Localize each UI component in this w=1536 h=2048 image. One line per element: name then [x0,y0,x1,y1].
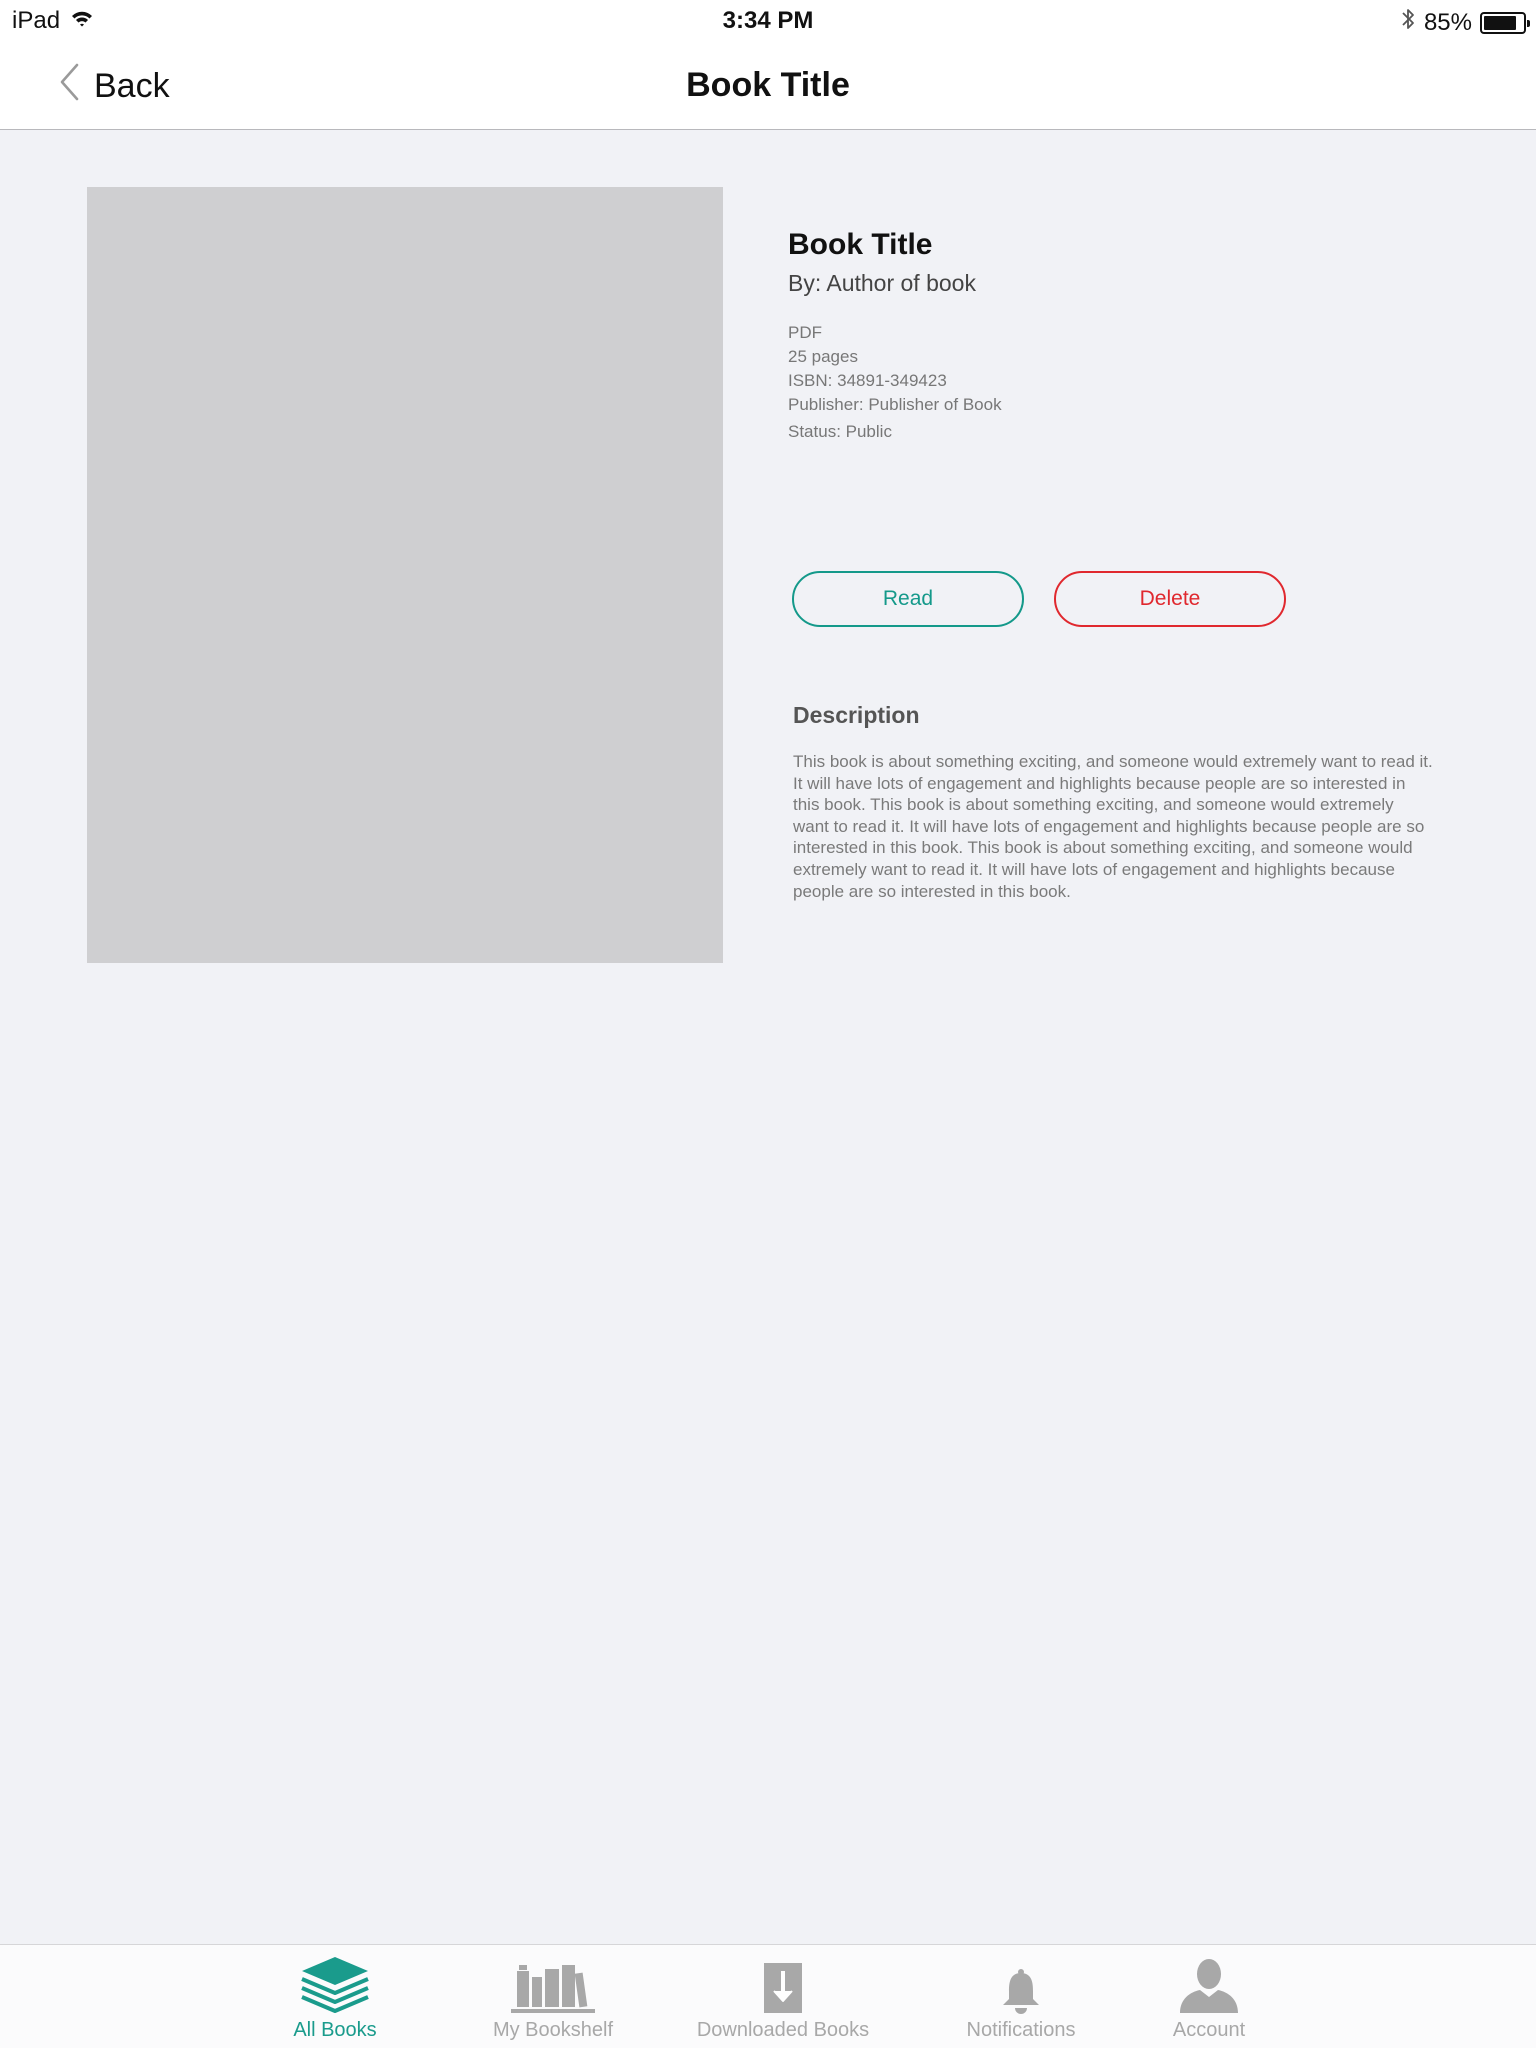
tab-notifications[interactable]: Notifications [921,1945,1121,2048]
tab-label: My Bookshelf [492,2019,614,2041]
page-title: Book Title [686,66,850,104]
download-icon [762,1953,804,2015]
battery-fill [1484,15,1517,30]
read-button[interactable]: Read [792,571,1024,627]
tab-label: All Books [293,2019,377,2041]
book-status: Status: Public [788,422,892,441]
book-publisher: Publisher: Publisher of Book [788,395,1002,414]
status-time: 3:34 PM [722,7,814,34]
tab-my-bookshelf[interactable]: My Bookshelf [453,1945,653,2048]
book-info: Book Title By: Author of book PDF 25 pag… [788,228,1428,444]
books-stack-icon [298,1953,372,2015]
book-cover-image [87,187,723,963]
tab-all-books[interactable]: All Books [235,1945,435,2048]
tab-downloaded-books[interactable]: Downloaded Books [683,1945,883,2048]
battery-percent: 85% [1423,8,1472,36]
description-heading: Description [793,702,920,728]
battery-icon [1480,11,1530,34]
book-author: By: Author of book [788,270,976,296]
delete-button[interactable]: Delete [1054,571,1286,627]
book-isbn: ISBN: 34891-349423 [788,371,947,390]
tab-account[interactable]: Account [1109,1945,1309,2048]
navigation-bar: Back Book Title [0,42,1536,130]
description-section: Description This book is about something… [793,702,1433,902]
tab-label: Downloaded Books [696,2019,870,2041]
bell-icon [1000,1953,1042,2015]
book-title: Book Title [788,228,933,261]
tab-label: Notifications [966,2019,1076,2041]
book-format: PDF [788,323,822,342]
status-right: 85% [1400,6,1530,39]
person-icon [1178,1953,1240,2015]
description-body: This book is about something exciting, a… [793,752,1433,901]
status-bar: iPad 3:34 PM 85% [0,0,1536,42]
book-metadata: PDF 25 pages ISBN: 34891-349423 Publishe… [788,321,1428,444]
book-pages: 25 pages [788,347,858,366]
bluetooth-icon [1400,6,1416,39]
tab-label: Account [1172,2019,1246,2041]
bookshelf-icon [511,1953,595,2015]
tab-bar: All Books My Bookshelf Downloaded Books [0,1944,1536,2048]
